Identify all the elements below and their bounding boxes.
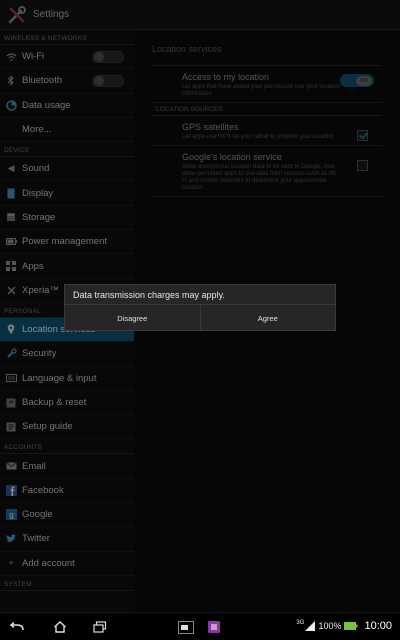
home-button[interactable] <box>51 619 69 635</box>
dialog-buttons: Disagree Agree <box>65 305 335 331</box>
status-area: 3G 100% 10:00 <box>296 620 392 632</box>
agree-button[interactable]: Agree <box>201 305 336 331</box>
dialog-message: Data transmission charges may apply. <box>65 285 335 305</box>
recent-apps-button[interactable] <box>91 619 109 635</box>
small-app-button[interactable] <box>177 619 195 635</box>
signal-strength-icon <box>305 621 316 631</box>
back-arrow-icon <box>9 622 24 631</box>
home-icon <box>54 621 66 633</box>
network-type: 3G <box>296 620 305 626</box>
purple-app-icon <box>208 621 220 633</box>
battery-percent: 100% <box>318 621 342 631</box>
recent-apps-icon <box>93 621 107 633</box>
small-app-icon <box>178 620 194 634</box>
system-nav-bar: 3G 100% 10:00 <box>0 612 400 640</box>
clock: 10:00 <box>364 620 392 632</box>
battery-icon <box>344 622 358 630</box>
disagree-button[interactable]: Disagree <box>65 305 201 331</box>
back-button[interactable] <box>8 619 26 635</box>
notification-app-button[interactable] <box>205 619 223 635</box>
data-charges-dialog: Data transmission charges may apply. Dis… <box>64 284 336 331</box>
